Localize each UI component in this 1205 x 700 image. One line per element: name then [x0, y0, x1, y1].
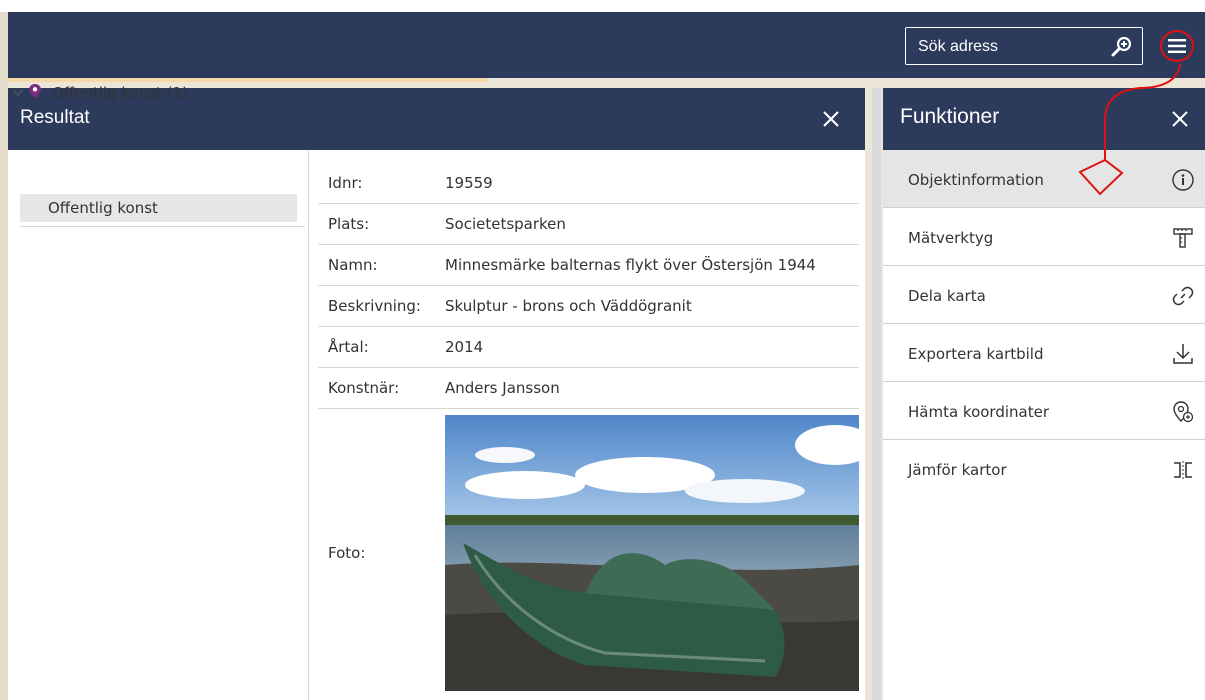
attribute-value: Minnesmärke balternas flykt över Östersj… [443, 244, 859, 286]
attribute-key: Idnr: [318, 163, 443, 204]
function-label: Exportera kartbild [908, 345, 1044, 363]
function-label: Dela karta [908, 287, 986, 305]
function-label: Objektinformation [908, 171, 1044, 189]
info-icon [1171, 168, 1195, 192]
attribute-table: Idnr: 19559 Plats: Societetsparken Namn:… [318, 163, 859, 696]
function-label: Hämta koordinater [908, 403, 1049, 421]
attribute-value: 2014 [443, 326, 859, 368]
functions-panel: Funktioner Objektinformation Mätverktyg [883, 88, 1205, 700]
panel-divider[interactable] [872, 88, 881, 700]
attribute-key: Beskrivning: [318, 285, 443, 327]
compare-maps-icon [1171, 458, 1195, 482]
pin-coordinates-icon [1171, 400, 1195, 424]
function-matverktyg[interactable]: Mätverktyg [883, 208, 1205, 266]
map-left-strip [0, 12, 8, 700]
map-top-edge [0, 0, 1205, 12]
chevron-down-icon[interactable] [12, 84, 26, 102]
table-row: Årtal: 2014 [318, 326, 859, 368]
attribute-key: Årtal: [318, 326, 443, 368]
attribute-value: Anders Jansson [443, 367, 859, 409]
table-row: Beskrivning: Skulptur - brons och Väddög… [318, 285, 859, 327]
tree-leaf-label: Offentlig konst [48, 199, 158, 217]
function-exportera-kartbild[interactable]: Exportera kartbild [883, 324, 1205, 382]
function-objektinformation[interactable]: Objektinformation [883, 150, 1205, 208]
attribute-key: Plats: [318, 203, 443, 245]
functions-list: Objektinformation Mätverktyg Dela karta … [883, 150, 1205, 498]
function-hamta-koordinater[interactable]: Hämta koordinater [883, 382, 1205, 440]
table-row: Konstnär: Anders Jansson [318, 367, 859, 409]
panel-split-divider [308, 150, 309, 700]
search-zoom-icon[interactable] [1110, 35, 1134, 59]
map-pin-icon [28, 83, 46, 103]
functions-panel-title: Funktioner [900, 105, 1000, 128]
close-icon[interactable] [820, 108, 842, 130]
attribute-key: Foto: [328, 543, 366, 562]
function-jamfor-kartor[interactable]: Jämför kartor [883, 440, 1205, 498]
tree-group-offentlig-konst[interactable]: Offentlig konst (1) [12, 82, 188, 104]
attribute-key: Namn: [318, 244, 443, 286]
functions-panel-header: Funktioner [883, 88, 1205, 150]
tree-group-label: Offentlig konst (1) [52, 84, 188, 102]
link-icon [1171, 284, 1195, 308]
table-row: Plats: Societetsparken [318, 203, 859, 245]
address-search-input[interactable] [916, 34, 1100, 60]
attribute-key: Konstnär: [318, 367, 443, 409]
ruler-icon [1171, 226, 1195, 250]
table-row: Idnr: 19559 [318, 163, 859, 204]
tree-separator [20, 226, 305, 227]
close-icon[interactable] [1170, 109, 1190, 129]
attribute-value: 19559 [443, 163, 859, 204]
download-icon [1171, 342, 1195, 366]
address-search[interactable] [905, 27, 1143, 65]
function-dela-karta[interactable]: Dela karta [883, 266, 1205, 324]
table-row: Namn: Minnesmärke balternas flykt över Ö… [318, 244, 859, 286]
menu-button[interactable] [1160, 30, 1194, 62]
tree-leaf-offentlig-konst[interactable]: Offentlig konst [20, 194, 297, 222]
hamburger-menu-icon [1168, 39, 1186, 53]
sculpture-photo[interactable] [445, 414, 859, 691]
photo-cell [443, 409, 859, 697]
attribute-value: Skulptur - brons och Väddögranit [443, 285, 859, 327]
function-label: Jämför kartor [908, 461, 1007, 479]
table-row-photo: Foto: [318, 409, 859, 697]
attribute-value: Societetsparken [443, 203, 859, 245]
function-label: Mätverktyg [908, 229, 994, 247]
